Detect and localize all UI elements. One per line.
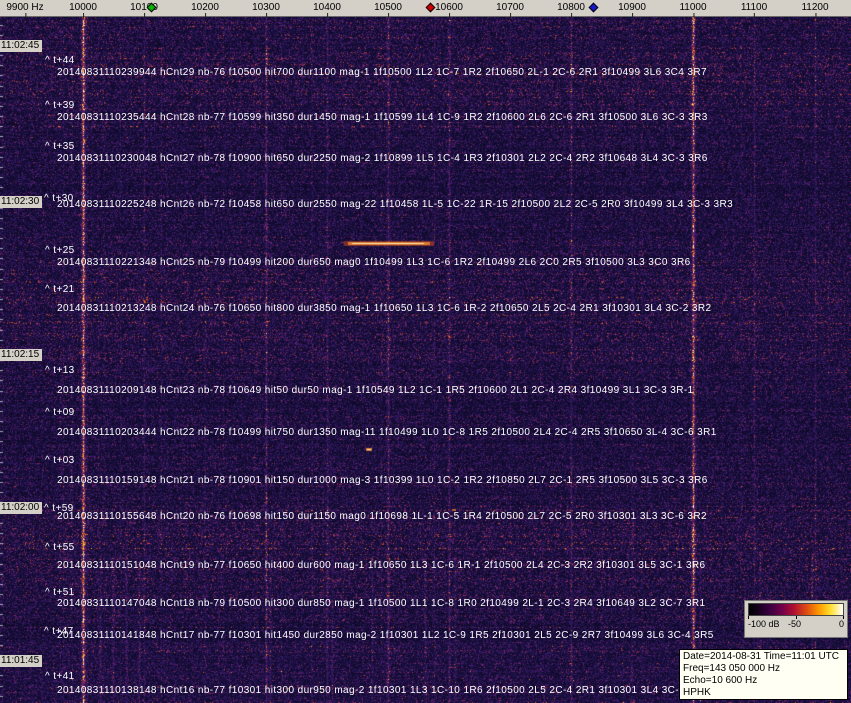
info-line-date: Date=2014-08-31 Time=11:01 UTC [683,651,840,662]
info-line-freq: Freq=143 050 000 Hz [683,663,781,674]
echo-data-line: 20140831110203444 hCnt22 nb-78 f10499 hi… [57,427,717,438]
freq-marker-red-diamond[interactable] [425,2,436,13]
echo-data-line: 20140831110230048 hCnt27 nb-78 f10900 hi… [57,153,708,164]
echo-marker: ^ t+41 [45,671,75,682]
echo-data-line: 20140831110209148 hCnt23 nb-78 f10649 hi… [57,385,694,396]
echo-marker: ^ t+51 [45,587,75,598]
echo-marker: ^ t+25 [45,245,75,256]
time-label: 11:02:15 [0,349,43,361]
time-label: 11:02:30 [0,196,43,208]
info-line-station: HPHK [683,687,711,698]
db-scale-label: 0 [838,619,844,629]
time-label: 11:02:00 [0,502,43,514]
freq-tick-label: 10400 [313,2,341,18]
echo-data-line: 20140831110151048 hCnt19 nb-77 f10650 hi… [57,560,706,571]
echo-data-line: 20140831110147048 hCnt18 nb-79 f10500 hi… [57,598,706,609]
echo-data-line: 20140831110225248 hCnt26 nb-72 f10458 hi… [57,199,734,210]
freq-marker-blue-diamond[interactable] [588,2,599,13]
echo-marker: ^ t+44 [45,55,75,66]
echo-marker: ^ t+55 [45,542,75,553]
db-scale-label: -50 [788,619,802,629]
echo-marker: ^ t+03 [45,455,75,466]
freq-tick-label: 11100 [740,2,768,18]
echo-data-line: 20140831110155648 hCnt20 nb-76 f10698 hi… [57,511,707,522]
echo-data-line: 20140831110159148 hCnt21 nb-78 f10901 hi… [57,475,708,486]
info-line-echo: Echo=10 600 Hz [683,675,758,686]
meteor-spectrogram-app: 9900 Hz 10000 10100 10200 10300 10400 10… [0,0,851,703]
echo-data-line: 20140831110239944 hCnt29 nb-76 f10500 hi… [57,67,707,78]
echo-data-line: 20140831110235444 hCnt28 nb-77 f10599 hi… [57,112,708,123]
db-scale-labels: -100 dB -50 0 [748,619,844,630]
echo-marker: ^ t+35 [45,141,75,152]
time-label: 11:02:45 [0,40,43,52]
time-label: 11:01:45 [0,655,43,667]
freq-tick-label: 10600 [435,2,463,18]
freq-tick-label: 10900 [618,2,646,18]
info-box: Date=2014-08-31 Time=11:01 UTC Freq=143 … [679,649,848,700]
db-scale-label: -100 dB [748,619,780,629]
echo-marker: ^ t+09 [45,407,75,418]
freq-tick-label: 9900 Hz [6,2,44,18]
freq-tick-label: 11200 [801,2,829,18]
echo-data-line: 20140831110221348 hCnt25 nb-79 f10499 hi… [57,257,691,268]
echo-data-line: 20140831110141848 hCnt17 nb-77 f10301 hi… [57,630,714,641]
db-scale-box: -100 dB -50 0 [744,600,848,638]
freq-tick-label: 10000 [69,2,97,18]
echo-marker: ^ t+39 [45,100,75,111]
echo-marker: ^ t+21 [45,284,75,295]
freq-tick-label: 10200 [191,2,219,18]
freq-tick-label: 10300 [252,2,280,18]
echo-marker: ^ t+13 [45,365,75,376]
echo-data-line: 20140831110213248 hCnt24 nb-76 f10650 hi… [57,303,712,314]
freq-tick-label: 10700 [496,2,524,18]
db-gradient-bar [748,603,844,616]
freq-tick-label: 11000 [679,2,707,18]
echo-data-line: 20140831110138148 hCnt16 nb-77 f10301 hi… [57,685,708,696]
freq-tick-label: 10500 [374,2,402,18]
frequency-axis-bar: 9900 Hz 10000 10100 10200 10300 10400 10… [0,0,851,18]
freq-tick-label: 10800 [557,2,585,18]
